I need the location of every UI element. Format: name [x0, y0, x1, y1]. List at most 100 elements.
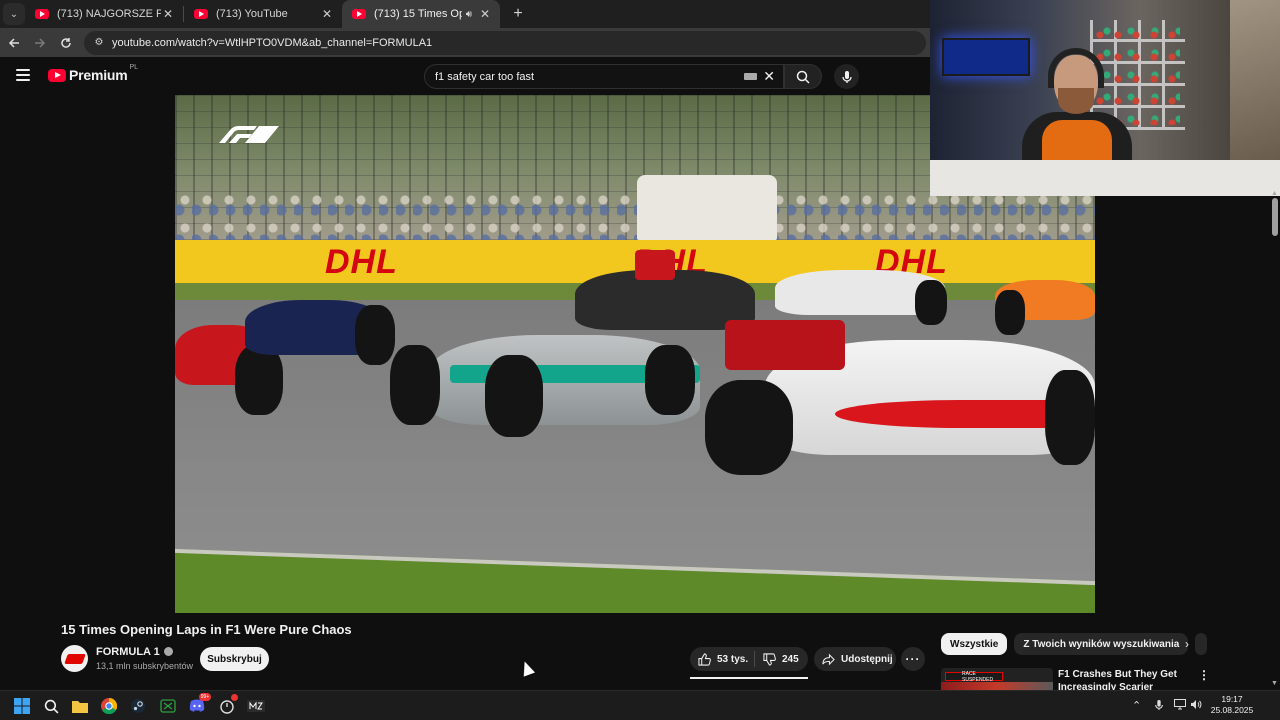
- video-title: 15 Times Opening Laps in F1 Were Pure Ch…: [61, 622, 352, 637]
- youtube-logo-icon: [48, 68, 66, 82]
- youtube-favicon-icon: [352, 9, 366, 19]
- browser-tab-1[interactable]: (713) NAJGORSZE PRZEPISY W ✕: [25, 0, 183, 28]
- video-scene-van: [637, 175, 777, 240]
- f1-logo-icon: [63, 653, 86, 664]
- share-icon: [822, 653, 835, 665]
- volume-tray-icon[interactable]: [1190, 699, 1202, 713]
- discord-taskbar-button[interactable]: 99+: [187, 693, 211, 716]
- chip-next-partial[interactable]: [1195, 633, 1208, 655]
- network-tray-icon[interactable]: [1174, 699, 1186, 713]
- search-button[interactable]: [784, 64, 822, 89]
- close-icon[interactable]: ✕: [478, 7, 492, 21]
- like-ratio-bar: [690, 677, 808, 679]
- channel-name: FORMULA 1: [96, 646, 160, 658]
- share-button[interactable]: Udostępnij: [814, 647, 896, 671]
- filter-chips: Wszystkie Z Twoich wyników wyszukiwania: [941, 633, 1214, 655]
- steam-taskbar-button[interactable]: [128, 696, 148, 716]
- search-icon: [796, 70, 810, 84]
- file-explorer-button[interactable]: [70, 696, 90, 716]
- steam-icon: [131, 699, 145, 713]
- recommendation-thumbnail[interactable]: RACE SUSPENDED: [941, 668, 1053, 690]
- chevron-right-icon[interactable]: ›: [1185, 637, 1189, 651]
- channel-name-link[interactable]: FORMULA 1: [96, 646, 173, 658]
- forward-button[interactable]: [28, 31, 52, 55]
- tray-overflow-chevron-icon[interactable]: ⌃: [1132, 699, 1141, 712]
- windows-start-button[interactable]: [12, 696, 32, 716]
- monitor-network-icon: [1174, 699, 1186, 710]
- moza-taskbar-button[interactable]: [246, 696, 266, 716]
- more-horizontal-icon: ···: [905, 652, 921, 666]
- app-taskbar-button[interactable]: [217, 694, 238, 716]
- taskbar-search-button[interactable]: [41, 696, 61, 716]
- mouse-cursor-icon: [518, 659, 536, 677]
- new-tab-button[interactable]: +: [506, 2, 530, 26]
- scroll-down-arrow-icon[interactable]: ▼: [1271, 680, 1278, 687]
- xbox-icon: [160, 699, 176, 713]
- video-scene-crowd: [175, 190, 1095, 245]
- windows-logo-icon: [14, 698, 30, 714]
- chrome-icon: [101, 698, 117, 714]
- taskbar-clock[interactable]: 19:17 25.08.2025: [1208, 694, 1256, 716]
- keyboard-icon[interactable]: [744, 73, 757, 80]
- webcam-person-beard: [1058, 88, 1094, 114]
- more-vertical-icon[interactable]: ⋮: [1198, 668, 1210, 682]
- dislike-count: 245: [782, 653, 799, 665]
- tab-title: (713) 15 Times Opening Lap: [374, 8, 462, 20]
- chip-from-search[interactable]: Z Twoich wyników wyszukiwania: [1014, 633, 1189, 655]
- race-suspended-badge: RACE SUSPENDED: [945, 671, 1003, 683]
- tab-title: (713) NAJGORSZE PRZEPISY W: [57, 8, 161, 20]
- subscriber-count: 13,1 mln subskrybentów: [96, 661, 194, 671]
- more-actions-button[interactable]: ···: [901, 647, 925, 671]
- youtube-favicon-icon: [194, 9, 208, 19]
- close-icon[interactable]: ✕: [320, 7, 334, 21]
- chrome-taskbar-button[interactable]: [99, 696, 119, 716]
- discord-notification-badge: 99+: [199, 693, 211, 701]
- channel-avatar[interactable]: [61, 645, 88, 672]
- search-icon: [44, 699, 58, 713]
- reload-icon: [61, 37, 71, 48]
- folder-icon: [72, 701, 88, 713]
- browser-tab-2[interactable]: (713) YouTube ✕: [184, 0, 342, 28]
- back-button[interactable]: [2, 31, 26, 55]
- search-input[interactable]: f1 safety car too fast ✕: [424, 64, 784, 89]
- f1-logo-icon: [219, 126, 279, 143]
- thumbnail-image: [941, 682, 1053, 690]
- like-button[interactable]: 53 tys.: [690, 647, 754, 671]
- webcam-desk: [930, 160, 1280, 196]
- webcam-overlay: [930, 0, 1280, 196]
- share-label: Udostępnij: [841, 653, 893, 665]
- dislike-button[interactable]: 245: [755, 647, 808, 671]
- notification-dot-icon: [231, 694, 238, 701]
- address-bar[interactable]: ⚙︎ youtube.com/watch?v=WtlHPTO0VDM&ab_ch…: [84, 30, 926, 55]
- webcam-monitor: [942, 38, 1030, 76]
- verified-icon: [163, 647, 173, 656]
- microphone-tray-icon[interactable]: [1154, 699, 1164, 714]
- page-scrollbar[interactable]: [1270, 196, 1280, 690]
- speaker-icon[interactable]: 🔊︎: [466, 9, 472, 20]
- windows-taskbar: 99+ ⌃ 19:17 25.08.2025: [0, 690, 1280, 720]
- region-code: PL: [129, 63, 139, 71]
- url-text: youtube.com/watch?v=WtlHPTO0VDM&ab_chann…: [112, 36, 433, 49]
- site-settings-icon[interactable]: ⚙︎: [92, 36, 106, 50]
- scrollbar-thumb[interactable]: [1272, 198, 1278, 236]
- microphone-icon: [1155, 700, 1163, 710]
- close-icon[interactable]: ✕: [161, 7, 175, 21]
- tab-title: (713) YouTube: [216, 8, 288, 20]
- browser-tab-3-active[interactable]: (713) 15 Times Opening Lap 🔊︎ ✕: [342, 0, 500, 28]
- reload-button[interactable]: [54, 31, 78, 55]
- search-query: f1 safety car too fast: [435, 70, 535, 83]
- chip-all[interactable]: Wszystkie: [941, 633, 1008, 655]
- xbox-taskbar-button[interactable]: [158, 696, 178, 716]
- menu-icon[interactable]: [16, 69, 30, 81]
- youtube-premium-logo[interactable]: Premium PL: [48, 63, 139, 83]
- scroll-up-arrow-icon[interactable]: ▲: [1271, 190, 1278, 197]
- race-car-mclaren: [705, 320, 1095, 480]
- subscribe-button[interactable]: Subskrybuj: [200, 647, 269, 671]
- voice-search-button[interactable]: [834, 64, 859, 89]
- recommendation-title[interactable]: F1 Crashes But They Get Increasingly Sca…: [1058, 668, 1198, 690]
- race-car-redbull: [245, 275, 395, 375]
- tab-search-dropdown[interactable]: ⌄: [3, 3, 25, 25]
- speaker-icon: [1191, 700, 1202, 709]
- clock-date: 25.08.2025: [1210, 705, 1254, 715]
- clear-search-icon[interactable]: ✕: [763, 68, 775, 85]
